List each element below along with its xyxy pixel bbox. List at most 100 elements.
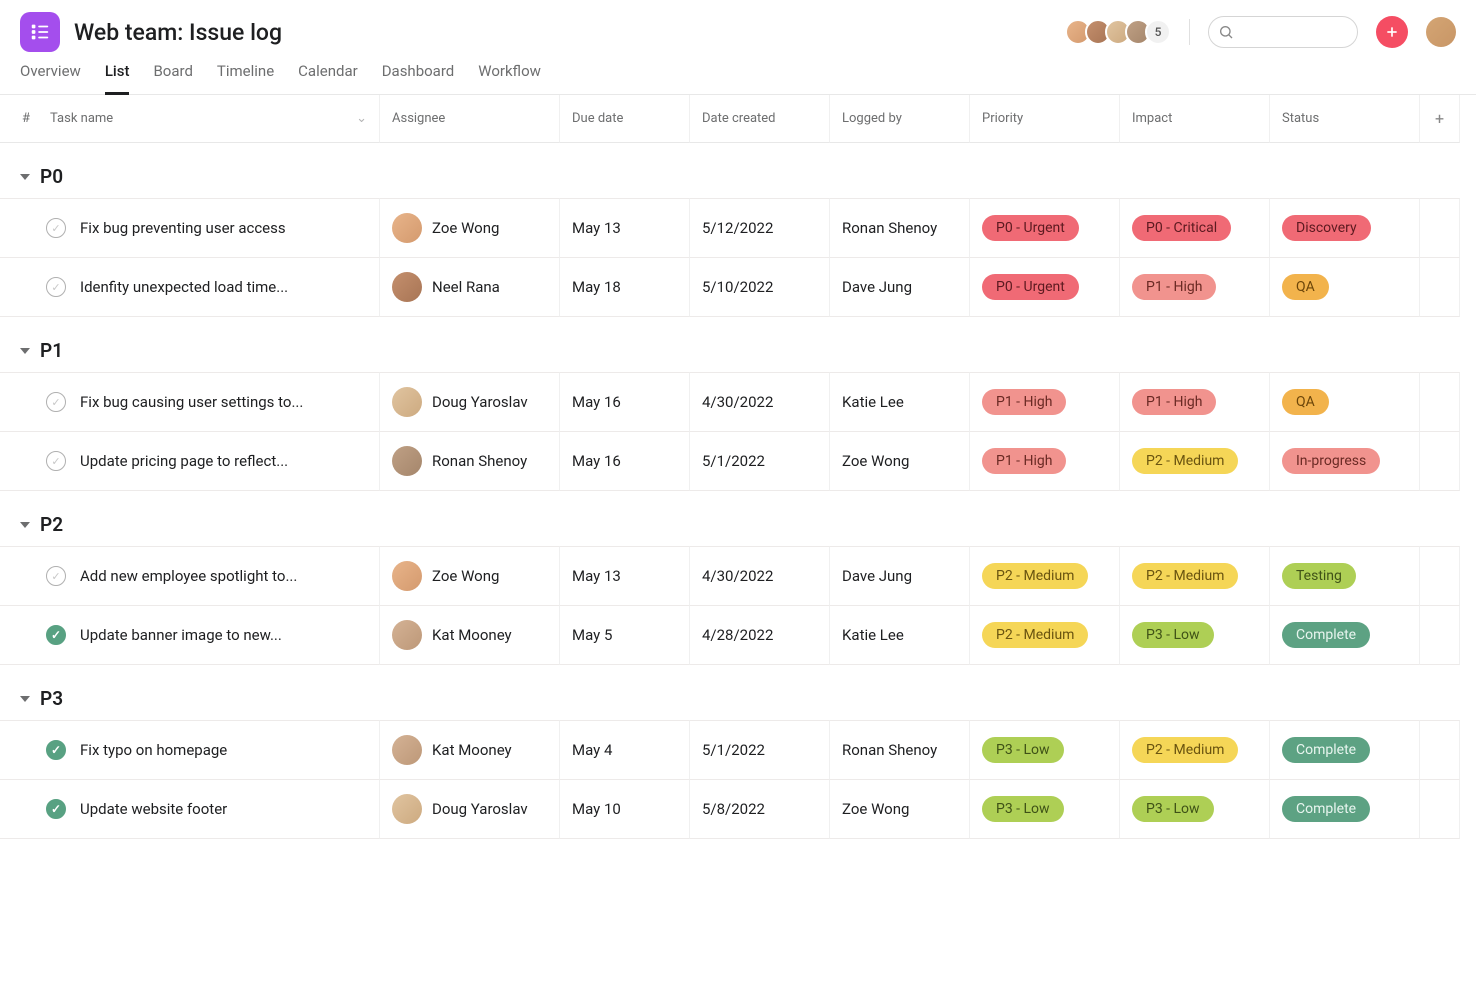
complete-checkbox[interactable] <box>46 625 66 645</box>
task-row[interactable]: Update pricing page to reflect... <box>0 431 380 491</box>
assignee-cell[interactable]: Doug Yaroslav <box>380 372 560 431</box>
pill[interactable]: P2 - Medium <box>1132 563 1238 589</box>
search-box[interactable] <box>1208 16 1358 48</box>
pill[interactable]: Discovery <box>1282 215 1371 241</box>
status-cell[interactable]: Complete <box>1270 605 1420 665</box>
logged-by-cell[interactable]: Dave Jung <box>830 546 970 605</box>
tab-list[interactable]: List <box>105 62 130 95</box>
pill[interactable]: Testing <box>1282 563 1356 589</box>
logged-by-cell[interactable]: Katie Lee <box>830 372 970 431</box>
due-date-cell[interactable]: May 10 <box>560 779 690 839</box>
date-created-cell[interactable]: 5/1/2022 <box>690 431 830 491</box>
assignee-cell[interactable]: Zoe Wong <box>380 546 560 605</box>
status-cell[interactable]: Testing <box>1270 546 1420 605</box>
pill[interactable]: P1 - High <box>1132 389 1216 415</box>
pill[interactable]: P3 - Low <box>982 796 1064 822</box>
assignee-cell[interactable]: Kat Mooney <box>380 605 560 665</box>
complete-checkbox[interactable] <box>46 740 66 760</box>
tab-calendar[interactable]: Calendar <box>298 62 358 94</box>
priority-cell[interactable]: P0 - Urgent <box>970 198 1120 257</box>
pill[interactable]: QA <box>1282 274 1329 300</box>
logged-by-cell[interactable]: Ronan Shenoy <box>830 720 970 779</box>
pill[interactable]: P3 - Low <box>982 737 1064 763</box>
pill[interactable]: P0 - Urgent <box>982 215 1079 241</box>
impact-cell[interactable]: P2 - Medium <box>1120 546 1270 605</box>
logged-by-cell[interactable]: Zoe Wong <box>830 779 970 839</box>
member-avatars[interactable]: 5 <box>1071 19 1171 45</box>
section-header-p3[interactable]: P3 <box>0 665 1460 720</box>
priority-cell[interactable]: P1 - High <box>970 431 1120 491</box>
add-column-button[interactable]: + <box>1420 95 1460 143</box>
task-row[interactable]: Fix bug preventing user access <box>0 198 380 257</box>
pill[interactable]: P1 - High <box>1132 274 1216 300</box>
date-created-cell[interactable]: 4/28/2022 <box>690 605 830 665</box>
column-task[interactable]: #Task name⌄ <box>0 95 380 143</box>
due-date-cell[interactable]: May 18 <box>560 257 690 317</box>
pill[interactable]: P3 - Low <box>1132 796 1214 822</box>
column-priority[interactable]: Priority <box>970 95 1120 143</box>
pill[interactable]: P2 - Medium <box>982 563 1088 589</box>
column-due[interactable]: Due date <box>560 95 690 143</box>
date-created-cell[interactable]: 5/12/2022 <box>690 198 830 257</box>
assignee-cell[interactable]: Zoe Wong <box>380 198 560 257</box>
status-cell[interactable]: Discovery <box>1270 198 1420 257</box>
column-impact[interactable]: Impact <box>1120 95 1270 143</box>
due-date-cell[interactable]: May 5 <box>560 605 690 665</box>
column-created[interactable]: Date created <box>690 95 830 143</box>
task-row[interactable]: Fix typo on homepage <box>0 720 380 779</box>
pill[interactable]: Complete <box>1282 737 1370 763</box>
logged-by-cell[interactable]: Katie Lee <box>830 605 970 665</box>
date-created-cell[interactable]: 5/8/2022 <box>690 779 830 839</box>
assignee-cell[interactable]: Kat Mooney <box>380 720 560 779</box>
priority-cell[interactable]: P3 - Low <box>970 720 1120 779</box>
section-header-p0[interactable]: P0 <box>0 143 1460 198</box>
due-date-cell[interactable]: May 16 <box>560 372 690 431</box>
status-cell[interactable]: QA <box>1270 257 1420 317</box>
complete-checkbox[interactable] <box>46 277 66 297</box>
priority-cell[interactable]: P1 - High <box>970 372 1120 431</box>
tab-dashboard[interactable]: Dashboard <box>382 62 455 94</box>
priority-cell[interactable]: P0 - Urgent <box>970 257 1120 317</box>
assignee-cell[interactable]: Doug Yaroslav <box>380 779 560 839</box>
complete-checkbox[interactable] <box>46 451 66 471</box>
column-logged[interactable]: Logged by <box>830 95 970 143</box>
pill[interactable]: P0 - Urgent <box>982 274 1079 300</box>
current-user-avatar[interactable] <box>1426 17 1456 47</box>
pill[interactable]: P2 - Medium <box>1132 448 1238 474</box>
pill[interactable]: P0 - Critical <box>1132 215 1231 241</box>
pill[interactable]: P1 - High <box>982 389 1066 415</box>
status-cell[interactable]: Complete <box>1270 779 1420 839</box>
task-row[interactable]: Update website footer <box>0 779 380 839</box>
date-created-cell[interactable]: 4/30/2022 <box>690 372 830 431</box>
impact-cell[interactable]: P2 - Medium <box>1120 431 1270 491</box>
priority-cell[interactable]: P2 - Medium <box>970 605 1120 665</box>
impact-cell[interactable]: P3 - Low <box>1120 605 1270 665</box>
impact-cell[interactable]: P2 - Medium <box>1120 720 1270 779</box>
pill[interactable]: P3 - Low <box>1132 622 1214 648</box>
tab-timeline[interactable]: Timeline <box>217 62 274 94</box>
date-created-cell[interactable]: 5/1/2022 <box>690 720 830 779</box>
due-date-cell[interactable]: May 13 <box>560 198 690 257</box>
status-cell[interactable]: In-progress <box>1270 431 1420 491</box>
column-assignee[interactable]: Assignee <box>380 95 560 143</box>
date-created-cell[interactable]: 4/30/2022 <box>690 546 830 605</box>
tab-board[interactable]: Board <box>153 62 192 94</box>
logged-by-cell[interactable]: Dave Jung <box>830 257 970 317</box>
pill[interactable]: Complete <box>1282 622 1370 648</box>
project-icon[interactable] <box>20 12 60 52</box>
priority-cell[interactable]: P3 - Low <box>970 779 1120 839</box>
complete-checkbox[interactable] <box>46 566 66 586</box>
status-cell[interactable]: Complete <box>1270 720 1420 779</box>
pill[interactable]: P2 - Medium <box>982 622 1088 648</box>
assignee-cell[interactable]: Neel Rana <box>380 257 560 317</box>
priority-cell[interactable]: P2 - Medium <box>970 546 1120 605</box>
impact-cell[interactable]: P0 - Critical <box>1120 198 1270 257</box>
complete-checkbox[interactable] <box>46 392 66 412</box>
tab-overview[interactable]: Overview <box>20 62 81 94</box>
add-button[interactable] <box>1376 16 1408 48</box>
section-header-p1[interactable]: P1 <box>0 317 1460 372</box>
task-row[interactable]: Fix bug causing user settings to... <box>0 372 380 431</box>
status-cell[interactable]: QA <box>1270 372 1420 431</box>
impact-cell[interactable]: P3 - Low <box>1120 779 1270 839</box>
assignee-cell[interactable]: Ronan Shenoy <box>380 431 560 491</box>
